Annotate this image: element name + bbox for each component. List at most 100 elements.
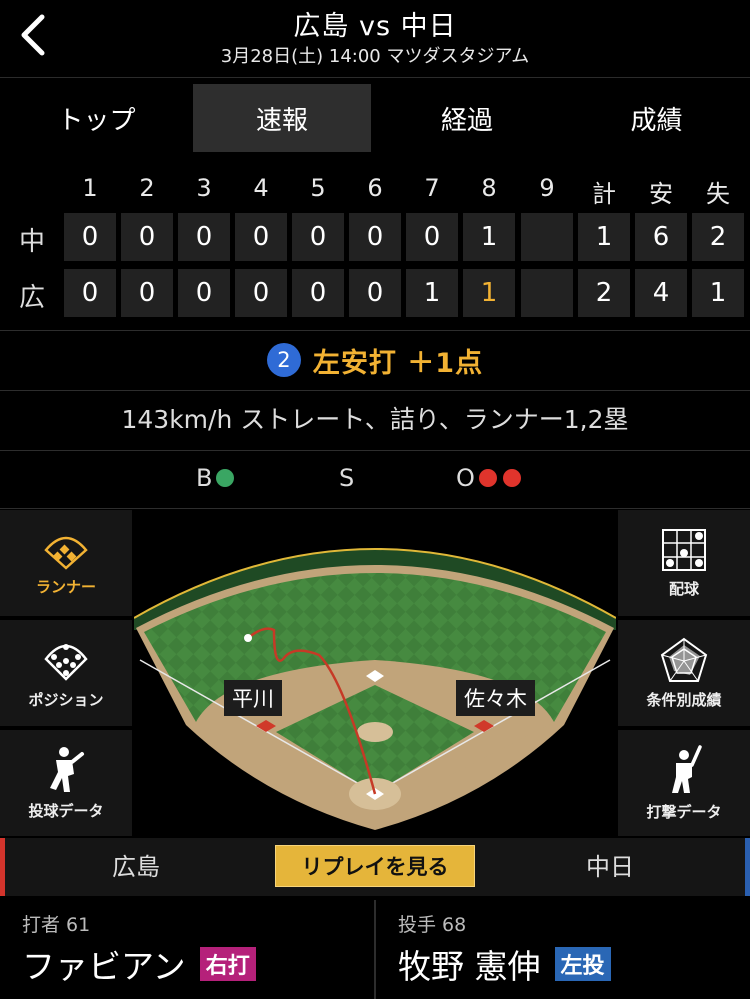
- inning-score-cell: 0: [64, 213, 116, 261]
- divider: [0, 390, 750, 391]
- scoreboard-header: 1: [82, 174, 98, 202]
- total-score-cell: 1: [692, 269, 744, 317]
- play-result-text: 左安打 ＋1点: [312, 347, 484, 379]
- radar-chart-icon: [660, 637, 708, 682]
- scoreboard-header: 6: [367, 174, 383, 202]
- inning-score-cell: 0: [64, 269, 116, 317]
- scoreboard: 123456789計安失中00000001162広00000011241: [0, 170, 750, 330]
- batting-data-label: 打撃データ: [646, 802, 722, 821]
- replay-button[interactable]: リプレイを見る: [275, 845, 475, 887]
- scoreboard-header: 7: [424, 174, 440, 202]
- away-team-name[interactable]: 中日: [586, 838, 634, 896]
- runner-button[interactable]: ランナー: [0, 510, 132, 616]
- ball-dot: [216, 469, 235, 487]
- pitch-grid-icon: [662, 528, 706, 571]
- split-stats-button[interactable]: 条件別成績: [618, 620, 750, 726]
- divider: [0, 508, 750, 509]
- scoreboard-header: 失: [706, 180, 730, 208]
- inning-score-cell: 0: [121, 213, 173, 261]
- batter-icon: [672, 744, 702, 793]
- inning-score-cell: 0: [349, 213, 401, 261]
- scoreboard-header: 9: [539, 174, 555, 202]
- split-stats-label: 条件別成績: [646, 690, 722, 709]
- scoreboard-header: 4: [253, 174, 269, 202]
- inning-score-cell: 0: [178, 269, 230, 317]
- batter-name: ファビアン: [22, 947, 186, 986]
- pitch-description: 143km/h ストレート、詰り、ランナー1,2塁: [121, 405, 629, 434]
- scoreboard-header: 2: [139, 174, 155, 202]
- batter-name-row: ファビアン 右打: [22, 940, 256, 988]
- ball-label: B: [196, 464, 213, 492]
- inning-score-cell: 0: [121, 269, 173, 317]
- scoreboard-team-label: 広: [18, 283, 45, 313]
- strike-count: S: [339, 464, 354, 492]
- tab-bar: トップ 速報 経過 成績: [0, 84, 750, 152]
- ball-dots: [216, 469, 235, 487]
- pitcher-name: 牧野 憲伸: [398, 947, 541, 986]
- inning-score-cell: [521, 213, 573, 261]
- pitcher-hand-badge: 左投: [554, 947, 611, 981]
- batter-hand-badge: 右打: [199, 947, 256, 981]
- pitcher-role: 投手 68: [398, 914, 467, 936]
- out-dot: [478, 469, 497, 487]
- inning-score-cell: [521, 269, 573, 317]
- runner-button-label: ランナー: [35, 577, 96, 596]
- tab-progress[interactable]: 経過: [371, 84, 563, 152]
- count-row: B S O: [0, 452, 750, 506]
- play-count-badge: 2: [266, 343, 301, 377]
- field-area: ランナー ポジション 投球データ 配球 条件別成績 打撃データ 平川 佐々木: [0, 510, 750, 836]
- position-button[interactable]: ポジション: [0, 620, 132, 726]
- divider: [0, 330, 750, 331]
- inning-score-cell: 0: [292, 269, 344, 317]
- team-bar: 広島 リプレイを見る 中日: [0, 838, 750, 896]
- inning-score-cell: 0: [178, 213, 230, 261]
- out-dots: [478, 469, 521, 487]
- out-count: O: [456, 464, 521, 492]
- tab-stats[interactable]: 成績: [563, 84, 750, 152]
- total-score-cell: 2: [578, 269, 630, 317]
- scoreboard-header: 3: [196, 174, 212, 202]
- tab-top[interactable]: トップ: [0, 84, 193, 152]
- pitching-data-label: 投球データ: [28, 801, 104, 820]
- inning-score-cell: 1: [463, 269, 515, 317]
- scoreboard-header: 計: [592, 180, 616, 208]
- pitcher-icon: [50, 746, 84, 792]
- batter-info[interactable]: 打者 61 ファビアン 右打: [0, 900, 372, 999]
- home-team-name[interactable]: 広島: [112, 838, 160, 896]
- diamond-runner-icon: [44, 536, 88, 570]
- inning-score-cell: 0: [235, 213, 287, 261]
- position-icon: [44, 643, 88, 681]
- batting-data-button[interactable]: 打撃データ: [618, 730, 750, 836]
- out-label: O: [456, 464, 475, 492]
- total-score-cell: 2: [692, 213, 744, 261]
- inning-score-cell: 1: [463, 213, 515, 261]
- inning-score-cell: 0: [292, 213, 344, 261]
- pitch-chart-label: 配球: [668, 579, 699, 598]
- baseball-field-graphic: [134, 548, 616, 830]
- inning-score-cell: 1: [406, 269, 458, 317]
- pitch-chart-button[interactable]: 配球: [618, 510, 750, 616]
- play-result: 2 左安打 ＋1点: [0, 332, 750, 388]
- scoreboard-header: 安: [649, 180, 673, 208]
- total-score-cell: 6: [635, 213, 687, 261]
- position-button-label: ポジション: [28, 690, 104, 709]
- runner-second-label: 佐々木: [456, 680, 535, 716]
- home-team-color-bar: [0, 838, 5, 896]
- match-subtitle: 3月28日(土) 14:00 マツダスタジアム: [220, 46, 530, 67]
- inning-score-cell: 0: [235, 269, 287, 317]
- inning-score-cell: 0: [349, 269, 401, 317]
- inning-score-cell: 0: [406, 213, 458, 261]
- total-score-cell: 1: [578, 213, 630, 261]
- scoreboard-header: 5: [310, 174, 326, 202]
- away-team-color-bar: [745, 838, 750, 896]
- batter-role: 打者 61: [22, 914, 91, 936]
- scoreboard-header: 8: [481, 174, 497, 202]
- pitching-data-button[interactable]: 投球データ: [0, 730, 132, 836]
- ball-count: B: [196, 464, 235, 492]
- tab-live[interactable]: 速報: [193, 84, 371, 152]
- runner-first-label: 平川: [224, 680, 282, 716]
- scoreboard-team-label: 中: [18, 227, 45, 257]
- pitcher-info[interactable]: 投手 68 牧野 憲伸 左投: [376, 900, 748, 999]
- total-score-cell: 4: [635, 269, 687, 317]
- strike-label: S: [339, 464, 355, 492]
